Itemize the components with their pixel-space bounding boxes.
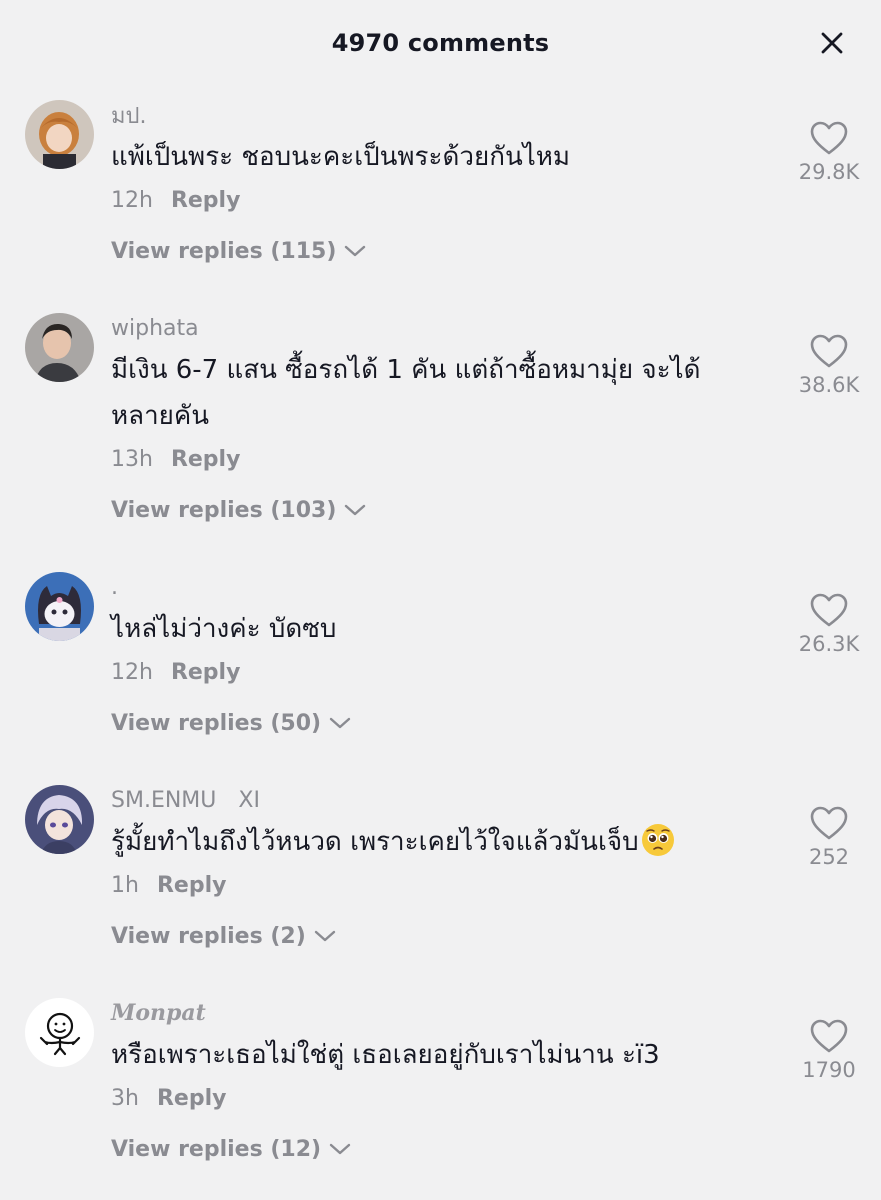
comment-time: 3h [111,1085,139,1111]
reply-button[interactable]: Reply [157,1086,227,1111]
username[interactable]: wiphata [111,316,199,341]
avatar[interactable] [25,100,94,169]
avatar[interactable] [25,785,94,854]
reply-button[interactable]: Reply [171,188,241,213]
like-count: 26.3K [798,632,860,656]
comment-text: มีเงิน 6-7 แสน ซื้อรถได้ 1 คัน แต่ถ้าซื้… [111,347,771,439]
like-count: 1790 [802,1058,856,1082]
username[interactable]: SM.ENMU [111,788,216,813]
comment-body: wiphata มีเงิน 6-7 แสน ซื้อรถได้ 1 คัน แ… [111,313,771,530]
username-tag: XI [238,787,260,813]
view-replies-button[interactable]: View replies (103) [111,490,366,530]
username[interactable]: . [111,575,118,600]
comments-count-title: 4970 comments [331,29,550,57]
comments-sheet: 4970 comments มป. แพ้เป็นพระ ชอบนะคะเป็น… [0,0,881,1200]
close-button[interactable] [817,28,847,58]
reply-button[interactable]: Reply [171,660,241,685]
avatar[interactable] [25,998,94,1067]
reply-button[interactable]: Reply [157,873,227,898]
view-replies-label: View replies (115) [111,238,337,264]
like-button[interactable] [809,592,849,628]
pleading-face-emoji [641,824,674,856]
view-replies-label: View replies (12) [111,1136,322,1162]
chevron-down-icon [345,504,366,516]
view-replies-label: View replies (103) [111,497,337,523]
avatar[interactable] [25,313,94,382]
comments-header: 4970 comments [0,0,881,86]
avatar[interactable] [25,572,94,641]
view-replies-label: View replies (2) [111,923,306,949]
like-area: 252 [793,805,865,869]
heart-icon [810,806,848,840]
like-count: 29.8K [798,160,860,184]
view-replies-button[interactable]: View replies (50) [111,703,351,743]
view-replies-button[interactable]: View replies (115) [111,231,366,271]
comment-time: 12h [111,187,153,213]
heart-icon [810,1019,848,1053]
chevron-down-icon [345,245,366,257]
comment-text: รู้มั้ยทำไมถึงไว้หนวด เพราะเคยไว้ใจแล้วม… [111,819,771,865]
comment-text-line: หลายคัน [111,401,210,431]
comment-text-line: มีเงิน 6-7 แสน ซื้อรถได้ 1 คัน แต่ถ้าซื้… [111,355,701,385]
view-replies-label: View replies (50) [111,710,322,736]
like-area: 26.3K [793,592,865,656]
chevron-down-icon [329,717,351,729]
comment-time: 1h [111,872,139,898]
heart-icon [810,593,848,627]
comment-body: SM.ENMU XI รู้มั้ยทำไมถึงไว้หนวด เพราะเค… [111,785,771,956]
comment-body: มป. แพ้เป็นพระ ชอบนะคะเป็นพระด้วยกันไหม … [111,100,771,271]
close-icon [821,32,843,54]
chevron-down-icon [329,1143,351,1155]
like-count: 38.6K [798,373,860,397]
comment-time: 12h [111,659,153,685]
comment-body: . ไหล่ไม่ว่างค่ะ บัดซบ 12h Reply View re… [111,572,771,743]
like-area: 38.6K [793,333,865,397]
reply-button[interactable]: Reply [171,447,241,472]
username[interactable]: มป. [111,98,146,133]
comment-text: ไหล่ไม่ว่างค่ะ บัดซบ [111,614,337,644]
like-button[interactable] [809,333,849,369]
comment-text: หรือเพราะเธอไม่ใช่ตู่ เธอเลยอยู่กับเราไม… [111,1040,660,1070]
heart-icon [810,334,848,368]
like-count: 252 [808,845,850,869]
heart-icon [810,121,848,155]
like-button[interactable] [809,805,849,841]
like-button[interactable] [809,120,849,156]
comment-text-content: รู้มั้ยทำไมถึงไว้หนวด เพราะเคยไว้ใจแล้วม… [111,827,639,857]
username[interactable]: Monpat [111,1000,206,1026]
chevron-down-icon [314,930,335,942]
comment-body: Monpat หรือเพราะเธอไม่ใช่ตู่ เธอเลยอยู่ก… [111,998,771,1169]
comment-text: แพ้เป็นพระ ชอบนะคะเป็นพระด้วยกันไหม [111,142,571,172]
like-area: 1790 [793,1018,865,1082]
like-area: 29.8K [793,120,865,184]
view-replies-button[interactable]: View replies (2) [111,916,336,956]
view-replies-button[interactable]: View replies (12) [111,1129,351,1169]
like-button[interactable] [809,1018,849,1054]
comment-time: 13h [111,446,153,472]
